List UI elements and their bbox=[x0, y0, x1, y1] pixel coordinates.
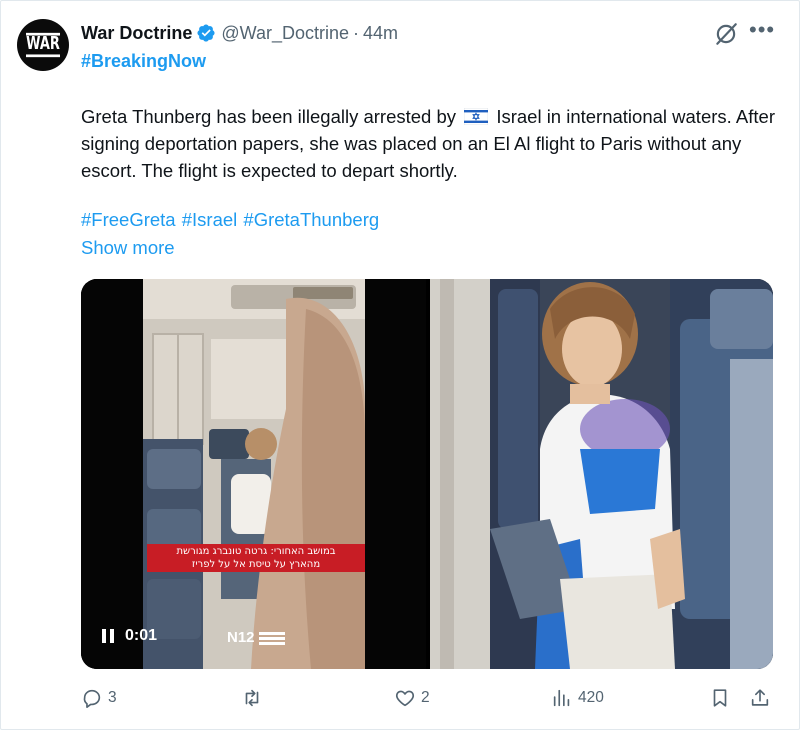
channel-logo: N12 bbox=[227, 629, 285, 646]
video-caption-line1: במושב האחורי: גרטה טונברג מגורשת bbox=[176, 546, 336, 557]
views-count: 420 bbox=[578, 689, 604, 706]
repost-button[interactable] bbox=[241, 687, 268, 709]
views-button[interactable]: 420 bbox=[551, 687, 604, 709]
israel-flag-icon bbox=[464, 108, 489, 125]
share-icon bbox=[751, 689, 769, 706]
hashtags[interactable]: #FreeGreta #Israel #GretaThunberg bbox=[81, 209, 379, 231]
bookmark-icon bbox=[713, 689, 727, 707]
like-count: 2 bbox=[421, 689, 430, 706]
video-time: 0:01 bbox=[125, 627, 158, 644]
video-caption: במושב האחורי: גרטה טונברג מגורשת מהארץ ע… bbox=[147, 544, 365, 572]
like-button[interactable]: 2 bbox=[394, 687, 430, 709]
post-text-part1: Greta Thunberg has been illegally arrest… bbox=[81, 106, 457, 127]
video-controls[interactable]: 0:01 bbox=[101, 627, 157, 645]
media-photo[interactable] bbox=[430, 279, 773, 669]
heart-icon bbox=[395, 690, 415, 707]
more-options-icon[interactable]: ••• bbox=[749, 19, 775, 47]
channel-logo-bars-icon bbox=[258, 631, 285, 645]
author-name[interactable]: War Doctrine bbox=[81, 23, 192, 44]
views-chart-icon bbox=[553, 689, 570, 707]
reply-count: 3 bbox=[108, 689, 117, 706]
author-handle[interactable]: @War_Doctrine bbox=[221, 23, 349, 44]
bookmark-button[interactable] bbox=[709, 687, 731, 709]
avatar-logo-text: WAR bbox=[26, 32, 60, 58]
channel-logo-text: N12 bbox=[227, 629, 255, 646]
video-frame-airplane-cabin bbox=[81, 279, 426, 669]
share-button[interactable] bbox=[749, 687, 771, 709]
photo-passenger-seated bbox=[430, 279, 773, 669]
verified-badge-icon bbox=[197, 24, 215, 42]
repost-icon bbox=[245, 689, 259, 707]
video-caption-line2: מהארץ על טיסת אל על לפריז bbox=[191, 559, 321, 570]
video-player[interactable]: במושב האחורי: גרטה טונברג מגורשת מהארץ ע… bbox=[81, 279, 426, 669]
grok-icon[interactable] bbox=[713, 21, 739, 47]
post-text: Greta Thunberg has been illegally arrest… bbox=[81, 103, 781, 184]
action-bar: 3 2 420 bbox=[81, 687, 781, 713]
separator-dot: · bbox=[353, 22, 359, 43]
post-time[interactable]: 44m bbox=[363, 23, 398, 44]
show-more-link[interactable]: Show more bbox=[81, 237, 175, 259]
avatar[interactable]: WAR bbox=[17, 19, 69, 71]
post-header: War Doctrine @War_Doctrine · 44m bbox=[81, 21, 398, 45]
pause-icon[interactable] bbox=[101, 628, 115, 644]
post-card: WAR War Doctrine @War_Doctrine · 44m •••… bbox=[0, 0, 800, 730]
reply-icon bbox=[83, 689, 101, 708]
breaking-hashtag[interactable]: #BreakingNow bbox=[81, 51, 206, 72]
media-grid: במושב האחורי: גרטה טונברג מגורשת מהארץ ע… bbox=[81, 279, 773, 669]
reply-button[interactable]: 3 bbox=[81, 687, 117, 709]
